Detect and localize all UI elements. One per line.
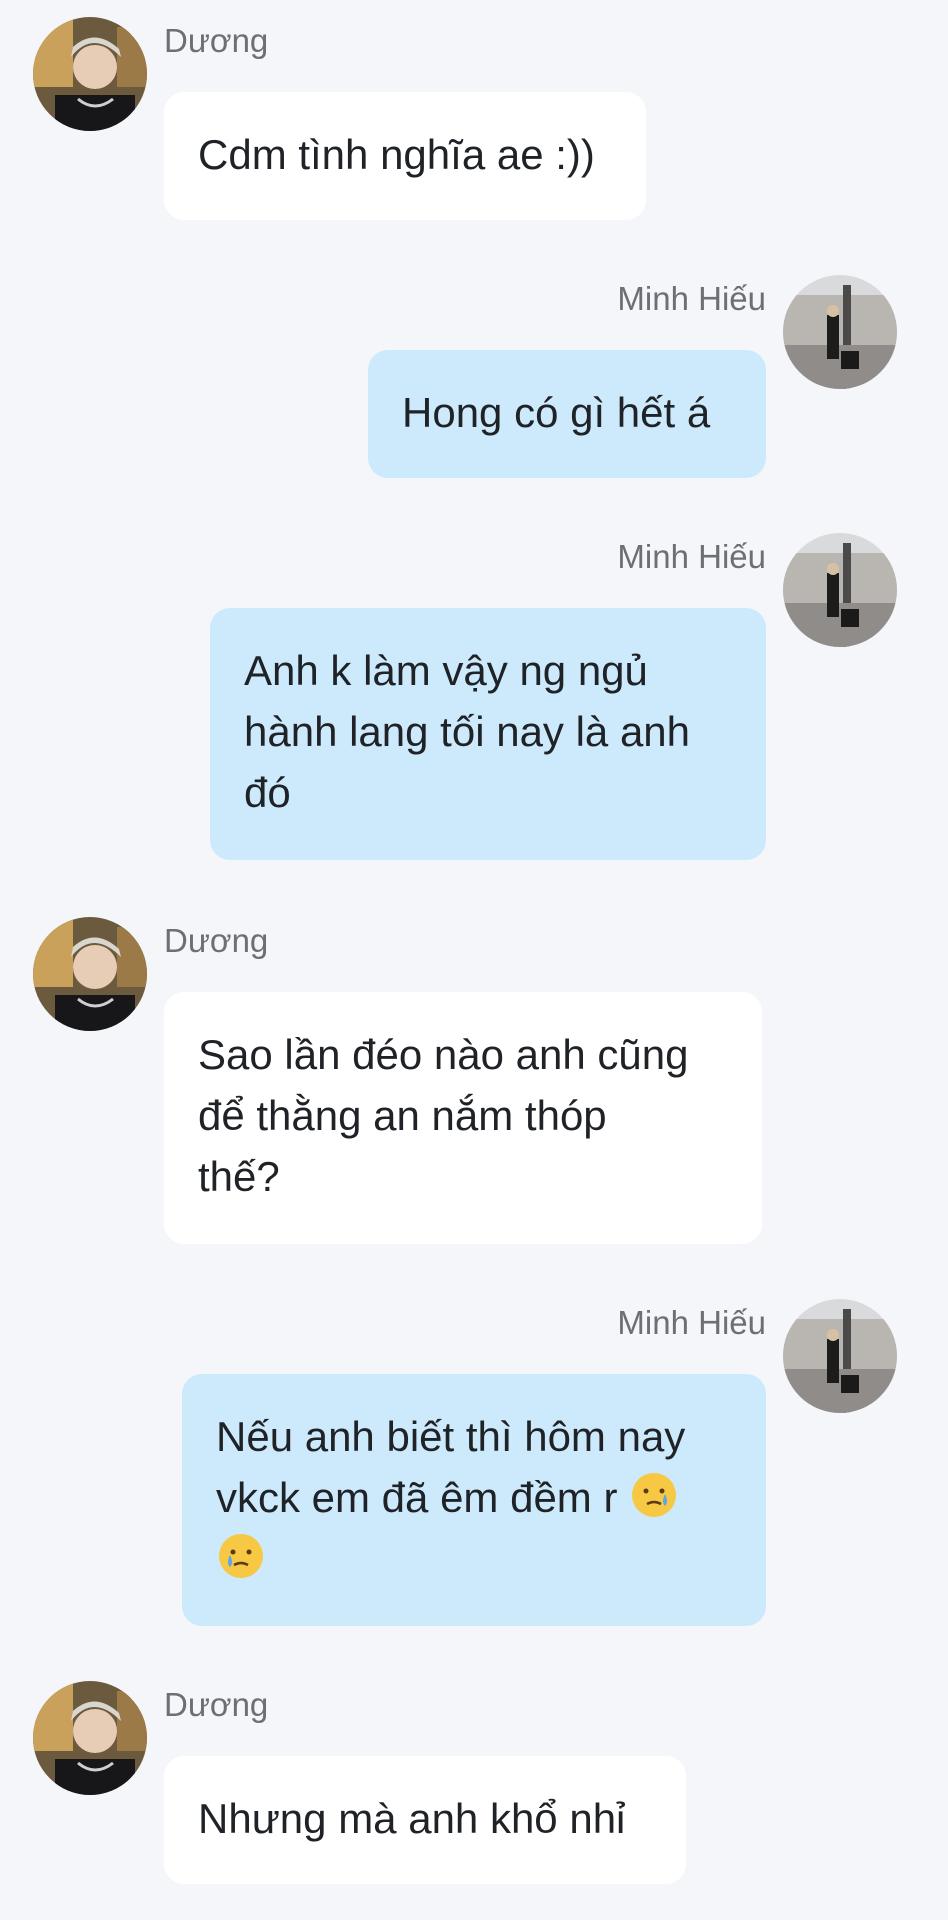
- message-bubble[interactable]: Nhưng mà anh khổ nhỉ: [164, 1756, 686, 1884]
- message-line: thế?: [198, 1153, 280, 1200]
- avatar-duong-image: [33, 1681, 147, 1795]
- avatar-duong[interactable]: [33, 1681, 147, 1795]
- message-row: Minh Hiếu Anh k làm vậy ng ngủ hành lang…: [0, 516, 948, 866]
- avatar-minh-hieu[interactable]: [783, 533, 897, 647]
- message-line: [216, 1528, 732, 1589]
- message-row: Dương Cdm tình nghĩa ae :)): [0, 0, 948, 230]
- message-line-text: vkck em đã êm đềm r: [216, 1474, 618, 1521]
- avatar-duong-image: [33, 917, 147, 1031]
- message-text: Hong có gì hết á: [402, 389, 711, 436]
- message-line: đó: [244, 769, 291, 816]
- message-bubble[interactable]: Cdm tình nghĩa ae :)): [164, 92, 646, 220]
- avatar-minh-hieu[interactable]: [783, 275, 897, 389]
- avatar-duong[interactable]: [33, 17, 147, 131]
- avatar-minh-hieu-image: [783, 1299, 897, 1413]
- sender-name: Minh Hiếu: [617, 280, 766, 317]
- message-line: để thằng an nắm thóp: [198, 1092, 607, 1139]
- message-bubble[interactable]: Sao lần đéo nào anh cũng để thằng an nắm…: [164, 992, 762, 1244]
- sender-name: Dương: [164, 22, 269, 59]
- message-bubble[interactable]: Nếu anh biết thì hôm nay vkck em đã êm đ…: [182, 1374, 766, 1626]
- avatar-minh-hieu-image: [783, 533, 897, 647]
- sender-name: Dương: [164, 1686, 269, 1723]
- message-text: Nhưng mà anh khổ nhỉ: [198, 1795, 626, 1842]
- message-row: Dương Sao lần đéo nào anh cũng để thằng …: [0, 900, 948, 1250]
- message-bubble[interactable]: Hong có gì hết á: [368, 350, 766, 478]
- sender-name: Minh Hiếu: [617, 1304, 766, 1341]
- message-row: Minh Hiếu Nếu anh biết thì hôm nay vkck …: [0, 1282, 948, 1632]
- crying-face-icon: [216, 1531, 266, 1581]
- avatar-duong-image: [33, 17, 147, 131]
- message-line: Nếu anh biết thì hôm nay: [216, 1413, 686, 1460]
- message-row: Dương Nhưng mà anh khổ nhỉ: [0, 1664, 948, 1894]
- sender-name: Dương: [164, 922, 269, 959]
- sender-name: Minh Hiếu: [617, 538, 766, 575]
- avatar-duong[interactable]: [33, 917, 147, 1031]
- message-line: hành lang tối nay là anh: [244, 708, 691, 755]
- avatar-minh-hieu[interactable]: [783, 1299, 897, 1413]
- message-row: Minh Hiếu Hong có gì hết á: [0, 258, 948, 488]
- message-line: Anh k làm vậy ng ngủ: [244, 647, 648, 694]
- avatar-minh-hieu-image: [783, 275, 897, 389]
- message-text: Cdm tình nghĩa ae :)): [198, 131, 595, 178]
- message-bubble[interactable]: Anh k làm vậy ng ngủ hành lang tối nay l…: [210, 608, 766, 860]
- message-line: vkck em đã êm đềm r: [216, 1467, 732, 1528]
- message-line: Sao lần đéo nào anh cũng: [198, 1031, 689, 1078]
- crying-face-icon: [629, 1470, 679, 1520]
